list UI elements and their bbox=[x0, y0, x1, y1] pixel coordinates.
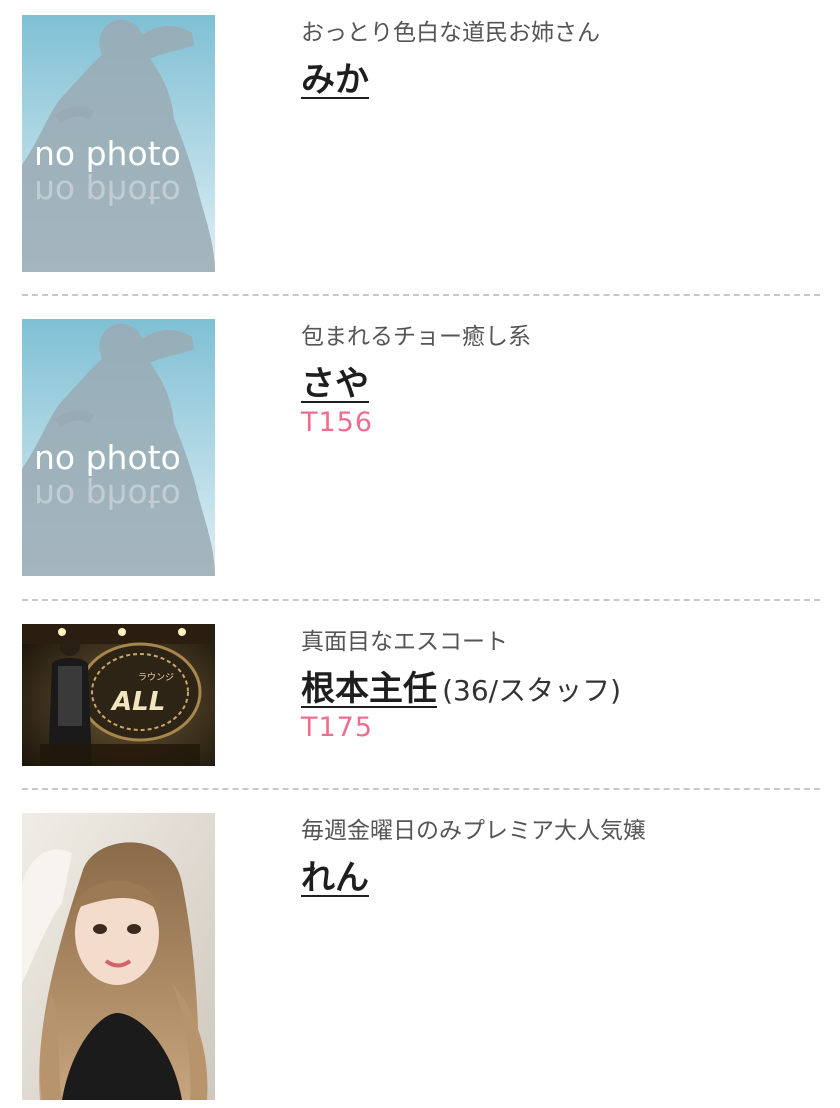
catch-copy: おっとり色白な道民お姉さん bbox=[301, 20, 600, 46]
lounge-sign-small: ラウンジ bbox=[138, 672, 174, 683]
staff-photo[interactable]: ラウンジ ALL bbox=[22, 624, 215, 766]
name-row: れん bbox=[301, 850, 830, 899]
cast-info: おっとり色白な道民お姉さん みか bbox=[301, 15, 830, 101]
no-photo-text: no photo bbox=[34, 438, 181, 477]
height-label: T156 bbox=[301, 407, 374, 438]
cast-entry: ラウンジ ALL 真面目なエスコート 根本主任 (36/スタッフ) T175 bbox=[0, 624, 840, 766]
cast-info: 毎週金曜日のみプレミア大人気嬢 れん bbox=[301, 813, 830, 899]
catch-copy: 毎週金曜日のみプレミア大人気嬢 bbox=[301, 818, 646, 844]
catch-copy: 真面目なエスコート bbox=[301, 629, 508, 655]
no-photo-image[interactable]: no photo no photo bbox=[22, 319, 215, 576]
height-label: T175 bbox=[301, 712, 374, 743]
cast-info: 真面目なエスコート 根本主任 (36/スタッフ) T175 bbox=[301, 624, 830, 743]
no-photo-reflection: no photo bbox=[34, 173, 181, 212]
cast-photo[interactable] bbox=[22, 813, 215, 1100]
cast-name-link[interactable]: さや bbox=[301, 364, 369, 404]
divider bbox=[22, 788, 820, 790]
cast-entry: no photo no photo おっとり色白な道民お姉さん みか bbox=[0, 15, 840, 272]
cast-name-link[interactable]: みか bbox=[301, 60, 369, 100]
cast-list: no photo no photo おっとり色白な道民お姉さん みか no ph… bbox=[0, 0, 840, 1108]
cast-entry: 毎週金曜日のみプレミア大人気嬢 れん bbox=[0, 813, 840, 1100]
no-photo-image[interactable]: no photo no photo bbox=[22, 15, 215, 272]
divider bbox=[22, 599, 820, 601]
divider bbox=[22, 294, 820, 296]
cast-name-link[interactable]: 根本主任 bbox=[301, 669, 437, 709]
name-row: 根本主任 (36/スタッフ) bbox=[301, 661, 830, 710]
cast-entry: no photo no photo 包まれるチョー癒し系 さや T156 bbox=[0, 319, 840, 576]
cast-info: 包まれるチョー癒し系 さや T156 bbox=[301, 319, 830, 438]
catch-copy: 包まれるチョー癒し系 bbox=[301, 324, 531, 350]
lounge-sign-brand: ALL bbox=[110, 687, 165, 717]
cast-name-link[interactable]: れん bbox=[301, 858, 369, 898]
name-row: みか bbox=[301, 52, 830, 101]
no-photo-text: no photo bbox=[34, 134, 181, 173]
age-role-label: (36/スタッフ) bbox=[442, 674, 622, 707]
no-photo-reflection: no photo bbox=[34, 477, 181, 516]
name-row: さや bbox=[301, 356, 830, 405]
